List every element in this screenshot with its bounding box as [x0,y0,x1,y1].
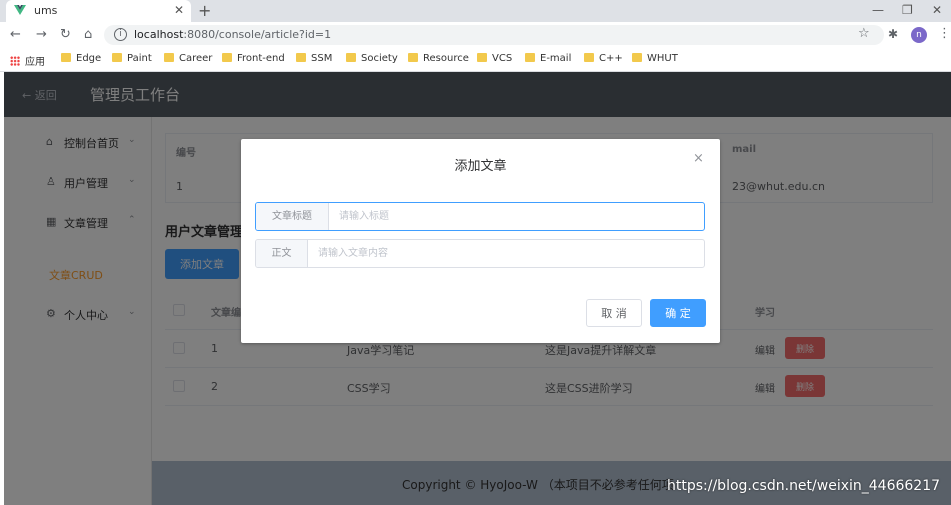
bookmark-folder[interactable]: Society [346,53,398,64]
bookmark-folder[interactable]: VCS [477,53,512,64]
home-icon[interactable]: ⌂ [84,27,92,42]
address-bar-row: ← → ↻ ⌂ i localhost:8080/console/article… [0,22,951,48]
folder-icon [408,53,418,62]
bookmark-folder[interactable]: WHUT [632,53,678,64]
article-content-input[interactable] [308,240,704,267]
folder-icon [525,53,535,62]
bookmark-folder[interactable]: Edge [61,53,101,64]
close-icon[interactable]: × [693,151,704,166]
bookmark-folder[interactable]: C++ [584,53,623,64]
minimize-icon[interactable]: — [872,3,884,17]
dialog-title: 添加文章 [454,159,507,174]
bookmark-folder[interactable]: Front-end [222,53,285,64]
folder-icon [296,53,306,62]
watermark: https://blog.csdn.net/weixin_44666217 [667,478,941,494]
forward-arrow-icon[interactable]: → [36,27,47,42]
extension-puzzle-icon[interactable]: ✱ [888,27,898,41]
url-bar[interactable]: i localhost:8080/console/article?id=1 ☆ [104,25,884,45]
back-arrow-icon[interactable]: ← [10,27,21,42]
profile-avatar[interactable]: n [911,27,927,43]
field-label: 文章标题 [256,203,329,230]
browser-tab[interactable]: ums ✕ [6,0,191,22]
tab-title: ums [34,4,58,17]
bookmark-star-icon[interactable]: ☆ [858,26,870,41]
add-article-dialog: 添加文章 × 文章标题 正文 取 消 确 定 [241,139,720,343]
field-label: 正文 [256,240,308,267]
folder-icon [61,53,71,62]
article-content-field: 正文 [255,239,705,268]
bookmark-folder[interactable]: SSM [296,53,332,64]
cancel-button[interactable]: 取 消 [586,299,642,327]
new-tab-icon[interactable]: + [198,1,211,20]
folder-icon [222,53,232,62]
tab-close-icon[interactable]: ✕ [174,3,184,17]
bookmark-folder[interactable]: Resource [408,53,469,64]
folder-icon [584,53,594,62]
info-icon[interactable]: i [114,28,127,41]
bookmarks-bar: 应用 Edge Paint Career Front-end SSM Socie… [0,48,951,72]
restore-icon[interactable]: ❐ [902,3,913,17]
bookmark-folder[interactable]: Paint [112,53,152,64]
apps-grid-icon [10,56,20,66]
vue-logo-icon [14,5,26,15]
folder-icon [632,53,642,62]
url-text: localhost:8080/console/article?id=1 [134,28,332,41]
browser-tabstrip: ums ✕ + — ❐ ✕ [0,0,951,22]
bookmark-folder[interactable]: Career [164,53,212,64]
reload-icon[interactable]: ↻ [60,27,71,42]
confirm-button[interactable]: 确 定 [650,299,706,327]
window-close-icon[interactable]: ✕ [932,3,942,17]
article-title-input[interactable] [329,203,704,230]
folder-icon [164,53,174,62]
folder-icon [112,53,122,62]
bookmark-folder[interactable]: E-mail [525,53,571,64]
folder-icon [477,53,487,62]
article-title-field: 文章标题 [255,202,705,231]
bookmark-apps[interactable]: 应用 [10,53,45,68]
folder-icon [346,53,356,62]
browser-menu-icon[interactable]: ⋮ [938,26,951,41]
